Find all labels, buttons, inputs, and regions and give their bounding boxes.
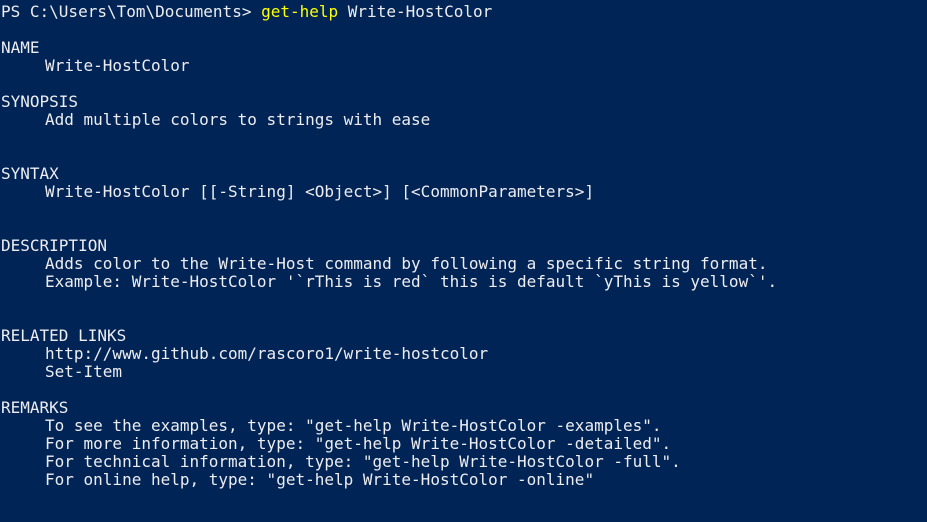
synopsis-value: Add multiple colors to strings with ease (45, 110, 431, 129)
remarks-header: REMARKS (1, 398, 69, 417)
related-link: http://www.github.com/rascoro1/write-hos… (45, 344, 489, 363)
powershell-console[interactable]: PS C:\Users\Tom\Documents> get-help Writ… (0, 0, 927, 522)
name-header: NAME (1, 38, 40, 57)
remarks-line: For online help, type: "get-help Write-H… (45, 470, 595, 489)
synopsis-header: SYNOPSIS (1, 92, 79, 111)
related-links-header: RELATED LINKS (1, 326, 127, 345)
remarks-line: For technical information, type: "get-he… (45, 452, 681, 471)
syntax-value: Write-HostColor [[-String] <Object>] [<C… (45, 182, 595, 201)
description-header: DESCRIPTION (1, 236, 107, 255)
prompt-command: get-help (261, 2, 339, 21)
prompt-path: PS C:\Users\Tom\Documents> (1, 2, 262, 21)
related-link: Set-Item (45, 362, 123, 381)
description-line: Example: Write-HostColor '`rThis is red`… (45, 272, 778, 291)
name-value: Write-HostColor (45, 56, 190, 75)
prompt-argument: Write-HostColor (338, 2, 493, 21)
remarks-line: To see the examples, type: "get-help Wri… (45, 416, 662, 435)
remarks-line: For more information, type: "get-help Wr… (45, 434, 672, 453)
prompt-line: PS C:\Users\Tom\Documents> get-help Writ… (0, 3, 927, 21)
description-line: Adds color to the Write-Host command by … (45, 254, 768, 273)
syntax-header: SYNTAX (1, 164, 59, 183)
